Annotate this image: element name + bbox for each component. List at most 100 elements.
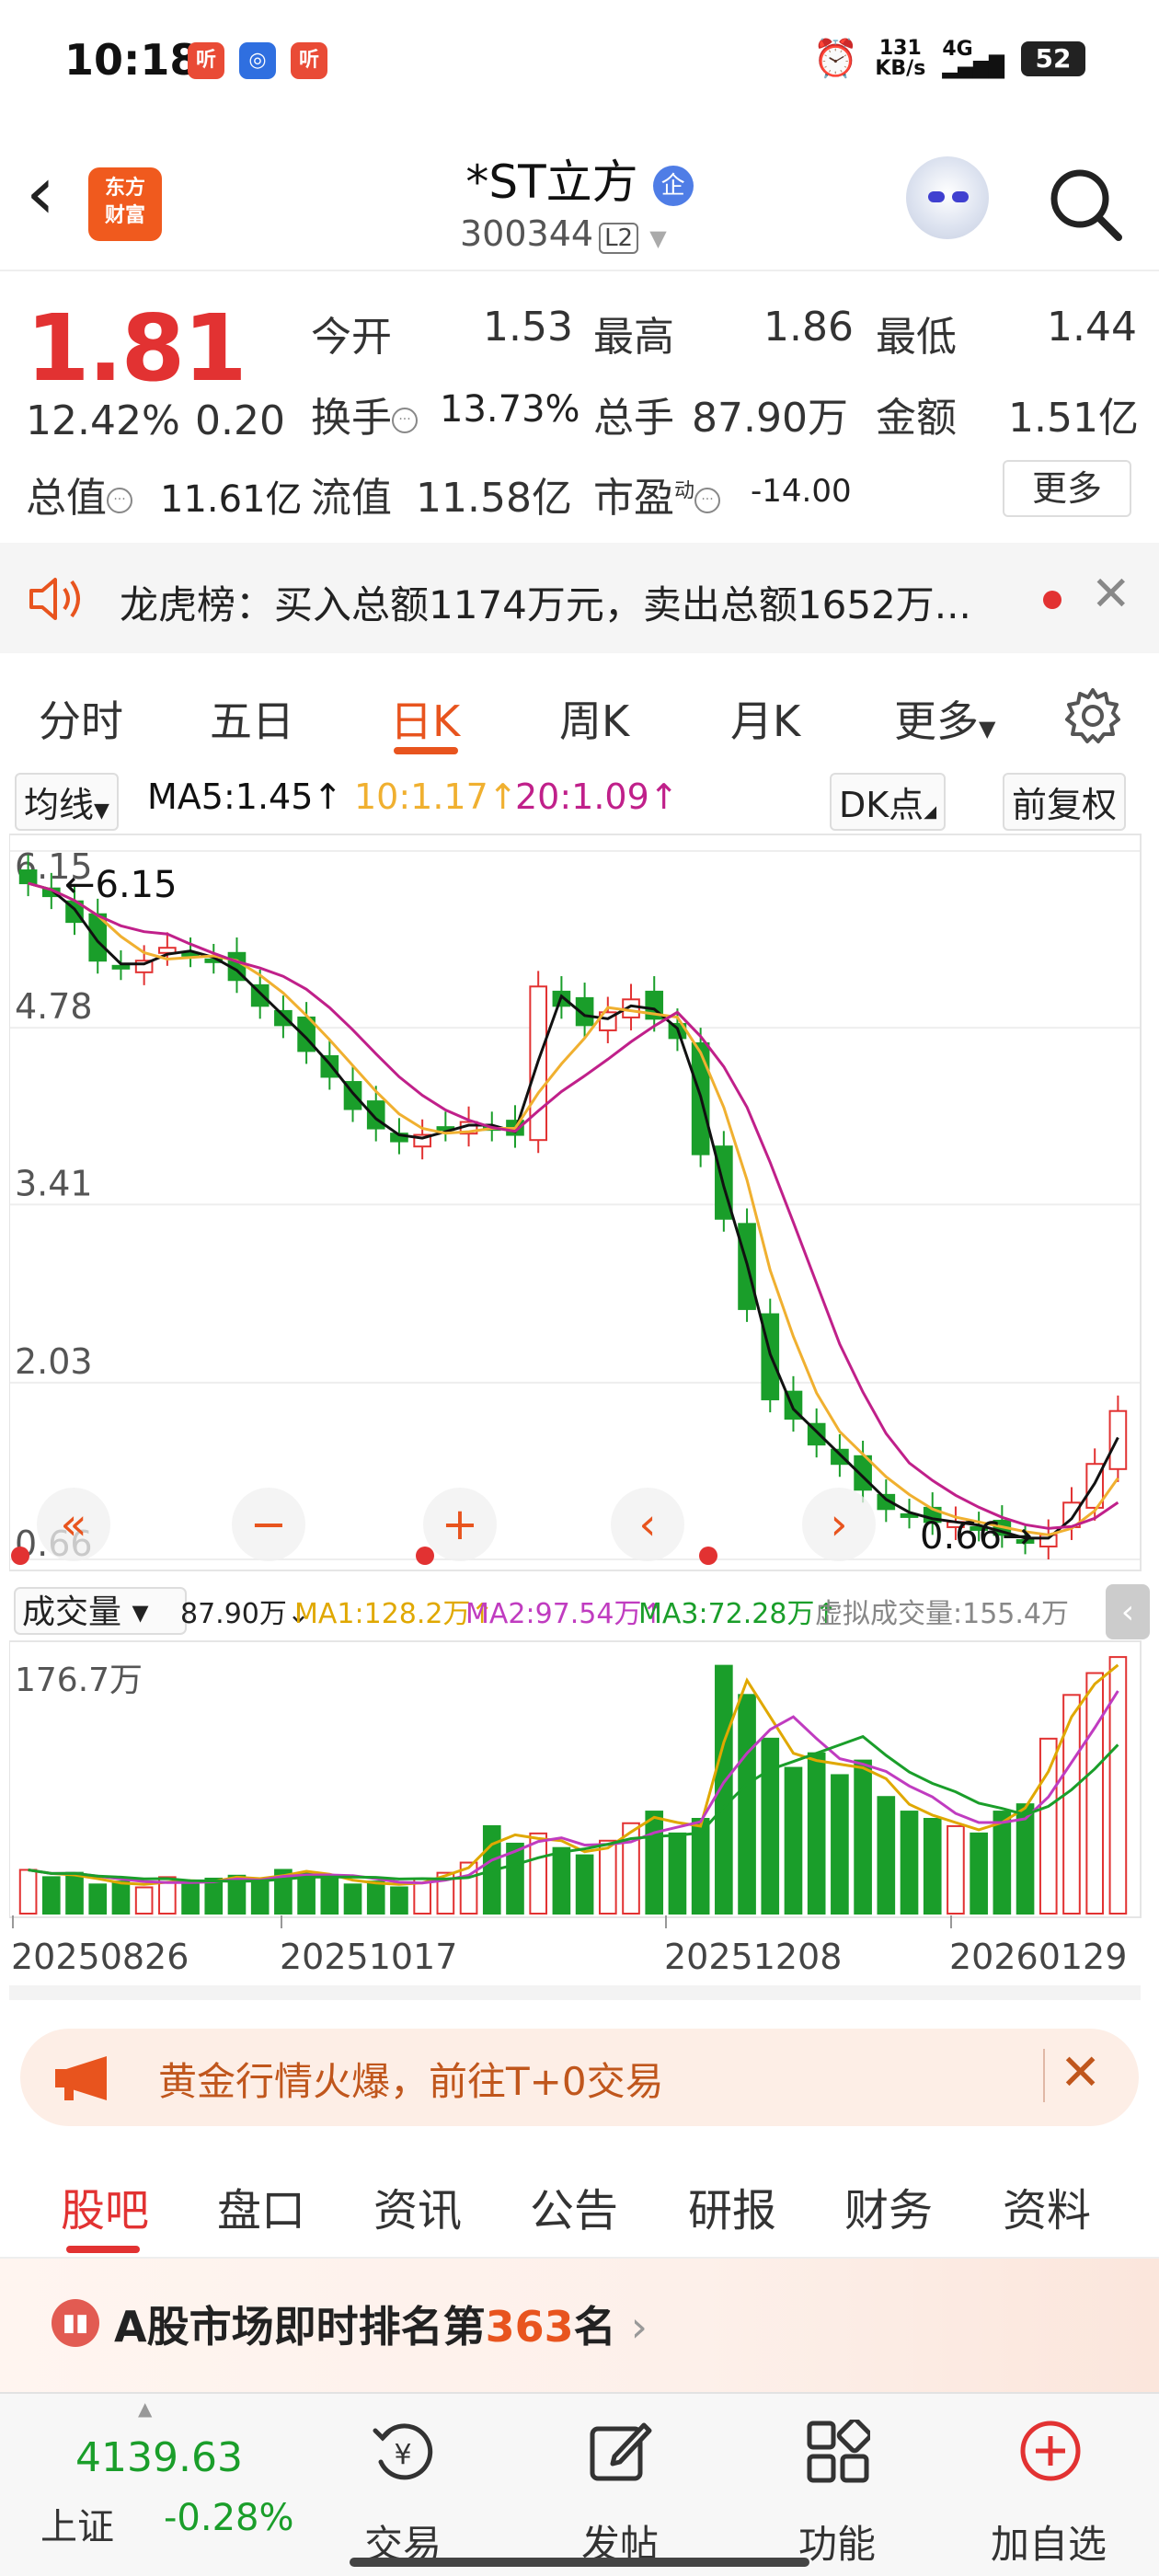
speaker-icon [29,578,80,620]
index-change[interactable]: -0.28% [164,2497,294,2539]
tab-five-day[interactable]: 五日 [210,688,294,749]
tab-research[interactable]: 研报 [688,2174,776,2238]
info-icon[interactable]: ··· [392,408,418,433]
volume-value: 87.90万↓ [180,1598,310,1630]
megaphone-icon [55,2056,107,2100]
nav-add-watchlist[interactable]: 加自选 [975,2394,1122,2576]
stock-code-switch[interactable]: 300344 L2 ▼ [460,213,667,254]
info-icon[interactable]: ··· [694,488,721,513]
stock-code: 300344 [460,213,594,254]
corner-icon: ◢ [924,802,937,822]
volume-bar [181,1883,200,1915]
x-tick-label: 20250826 [11,1937,189,1977]
volume-bar [552,1846,571,1915]
tab-announcements[interactable]: 公告 [530,2174,618,2238]
search-icon[interactable] [1047,166,1124,243]
index-value[interactable]: 4139.63 [75,2434,243,2481]
more-button[interactable]: 更多 [1003,460,1131,517]
volume-bar [877,1796,896,1915]
tab-guba[interactable]: 股吧 [61,2174,149,2238]
volume-bar [366,1880,385,1915]
candle-body [18,869,38,885]
level-badge: L2 [599,223,639,254]
promo-banner[interactable]: 黄金行情火爆，前往T+0交易 ✕ [20,2029,1139,2126]
scroll-left-fast-icon-glyph: « [60,1499,86,1550]
alarm-icon: ⏰ [812,38,859,80]
tab-weekly-k[interactable]: 周K [559,688,629,749]
scroll-right-icon-glyph: › [830,1499,847,1550]
triangle-up-icon: ▲ [138,2398,153,2420]
tab-profile[interactable]: 资料 [1003,2174,1091,2238]
content-tabs: 股吧 盘口 资讯 公告 研报 财务 资料 [0,2139,1159,2259]
net-speed-unit: KB/s [875,56,926,80]
pe-label-text: 市盈 [593,475,674,522]
tab-more[interactable]: 更多▼ [894,688,995,749]
robot-assistant-icon[interactable] [906,156,989,239]
volume-header: 成交量 ▾ 87.90万↓MA1:128.2万↑MA2:97.54万↑MA3:72… [14,1587,1069,1635]
volume-bar [390,1886,408,1915]
index-name[interactable]: 上证 [40,2497,114,2550]
volume-bar [320,1874,339,1915]
chevron-down-icon: ▼ [649,225,667,251]
mktcap-label-text: 总值 [26,475,107,522]
volume-y-tick: 176.7万 [15,1662,143,1699]
tab-pankou[interactable]: 盘口 [217,2174,305,2238]
y-tick-label: 2.03 [15,1341,93,1382]
promo-text: 黄金行情火爆，前往T+0交易 [158,2059,664,2104]
volume-bar [900,1811,919,1915]
volume-bar [529,1832,548,1915]
chart-footer-strip [9,1985,1141,2000]
tab-monthly-k[interactable]: 月K [730,688,800,749]
ma-mode-select[interactable]: 均线▼ [15,773,119,831]
net-speed: 131 KB/s [875,38,926,80]
nav-post[interactable]: 发帖 [546,2394,694,2576]
dk-label: DK点 [839,785,924,825]
change-amount: 0.20 [195,397,285,444]
tab-daily-k[interactable]: 日K [390,688,460,749]
dragon-tiger-banner[interactable]: 龙虎榜：买入总额1174万元，卖出总额1652万... ✕ [0,543,1159,653]
caret-down-icon: ▼ [979,716,996,742]
adjust-select[interactable]: 前复权 [1003,773,1127,831]
vol-ma2: MA2:97.54万↑ [465,1598,665,1630]
nav-functions[interactable]: 功能 [763,2394,911,2576]
tab-intraday[interactable]: 分时 [39,688,123,749]
active-tab-indicator [66,2246,140,2253]
dk-point-select[interactable]: DK点◢ [830,773,947,831]
market-rank-banner[interactable]: ▮▮ A股市场即时排名第363名 › [0,2259,1159,2392]
battery-icon: 52 [1021,40,1085,76]
close-icon[interactable]: ✕ [1091,567,1131,622]
ma-mode-label: 均线 [24,785,95,825]
stock-header: ‹ 东方 财富 *ST立方 企 300344 L2 ▼ [0,129,1159,271]
volume-bar [993,1811,1012,1915]
kline-chart[interactable]: 6.154.783.412.030.66←6.150.66→«−+‹› [9,833,1150,1578]
home-indicator [350,2558,809,2567]
signal-icon: 4G ▂▄▆█ [942,37,1004,79]
y-tick-label: 4.78 [15,986,93,1027]
nav-trade[interactable]: ¥ 交易 [329,2394,476,2576]
close-icon[interactable]: ✕ [1060,2043,1101,2101]
volume-bar [947,1824,965,1915]
gear-icon[interactable] [1063,686,1122,745]
tab-news[interactable]: 资讯 [373,2174,462,2238]
rank-number: 363 [485,2302,574,2352]
volume-bar [204,1877,224,1915]
bottom-nav: ▲ 4139.63 上证 -0.28% ¥ 交易 发帖 功能 加自选 [0,2392,1159,2576]
volume-bar [88,1883,108,1915]
high-marker: ←6.15 [64,864,178,906]
zoom-out-icon-glyph: − [250,1499,287,1550]
vol-ma3: MA3:72.28万↑ [638,1598,838,1630]
stock-name: *ST立方 [465,155,638,209]
pe-label: 市盈动 ··· [593,465,721,523]
volume-bar [923,1818,942,1915]
info-icon[interactable]: ··· [107,488,132,513]
volume-bar [738,1694,756,1915]
dragon-tiger-text: 龙虎榜：买入总额1174万元，卖出总额1652万... [120,582,971,627]
volume-chart[interactable]: 成交量 ▾ 87.90万↓MA1:128.2万↑MA2:97.54万↑MA3:72… [9,1582,1150,2006]
volume-bar [831,1774,849,1915]
volume-bar [598,1839,617,1915]
mktcap-value: 11.61亿 [160,478,303,521]
x-tick-label: 20260129 [949,1937,1127,1977]
tab-finance[interactable]: 财务 [844,2174,933,2238]
ma-line-ma20 [28,881,1119,1530]
candle-body [274,1009,293,1027]
